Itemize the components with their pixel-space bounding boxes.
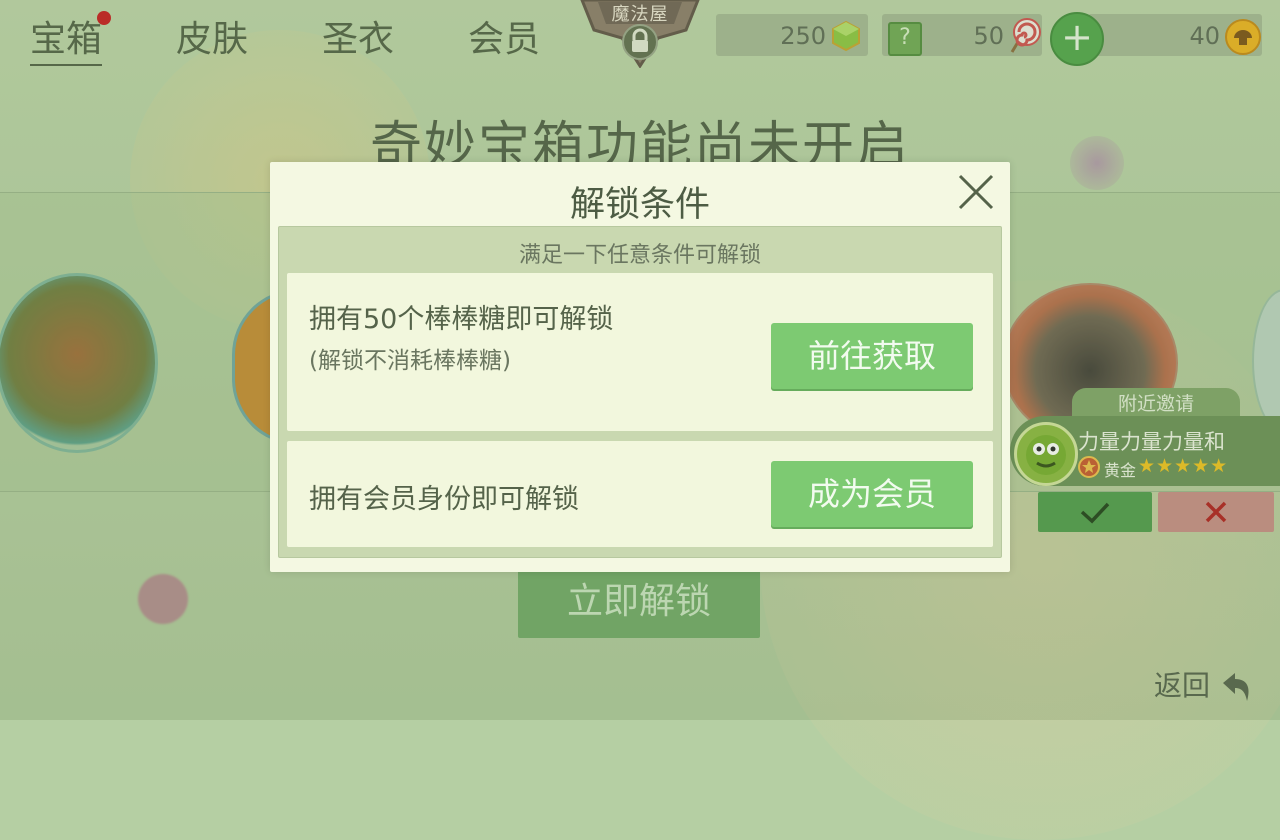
condition-lollipop: 拥有50个棒棒糖即可解锁 (解锁不消耗棒棒糖) 前往获取	[287, 273, 993, 431]
condition-lollipop-note: (解锁不消耗棒棒糖)	[309, 348, 511, 374]
go-get-button[interactable]: 前往获取	[771, 323, 973, 389]
condition-lollipop-text: 拥有50个棒棒糖即可解锁	[309, 304, 614, 335]
close-dialog-icon[interactable]	[956, 172, 996, 212]
condition-membership-text: 拥有会员身份即可解锁	[309, 484, 579, 515]
dialog-title: 解锁条件	[569, 185, 710, 225]
become-member-button[interactable]: 成为会员	[771, 461, 973, 527]
conditions-panel: 满足一下任意条件可解锁 拥有50个棒棒糖即可解锁 (解锁不消耗棒棒糖) 前往获取…	[278, 226, 1002, 558]
conditions-subtitle: 满足一下任意条件可解锁	[518, 243, 761, 268]
unlock-conditions-dialog: 解锁条件 满足一下任意条件可解锁 拥有50个棒棒糖即可解锁 (解锁不消耗棒棒糖)…	[270, 162, 1010, 572]
condition-membership: 拥有会员身份即可解锁 成为会员	[287, 441, 993, 547]
